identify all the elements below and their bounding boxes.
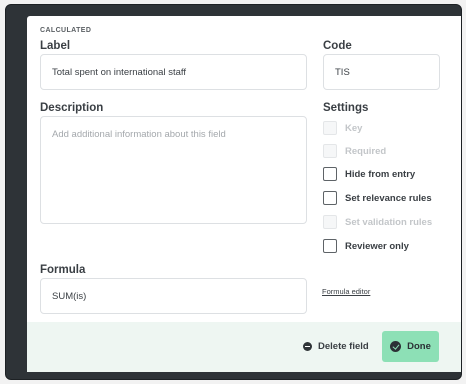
key-checkbox	[323, 121, 337, 135]
code-input[interactable]: TIS	[323, 54, 440, 90]
remove-icon	[303, 342, 312, 351]
done-label: Done	[407, 341, 431, 352]
setting-relevance-rules[interactable]: Set relevance rules	[323, 191, 432, 205]
setting-hide-from-entry[interactable]: Hide from entry	[323, 167, 415, 181]
setting-required: Required	[323, 144, 386, 158]
hide-from-entry-checkbox[interactable]	[323, 167, 337, 181]
check-circle-icon	[390, 341, 402, 352]
formula-input[interactable]: SUM(is)	[40, 278, 307, 314]
delete-field-button[interactable]: Delete field	[303, 341, 369, 352]
reviewer-only-checkbox[interactable]	[323, 239, 337, 253]
setting-key: Key	[323, 121, 362, 135]
reviewer-only-label[interactable]: Reviewer only	[345, 241, 409, 252]
code-heading: Code	[323, 40, 352, 52]
required-label: Required	[345, 145, 387, 157]
required-checkbox	[323, 144, 337, 158]
key-label: Key	[345, 122, 363, 134]
hide-from-entry-label[interactable]: Hide from entry	[345, 169, 415, 180]
delete-field-label: Delete field	[318, 341, 369, 352]
settings-heading: Settings	[323, 102, 369, 114]
label-input[interactable]: Total spent on international staff	[40, 54, 307, 90]
formula-editor-link[interactable]: Formula editor	[322, 287, 370, 296]
validation-rules-checkbox	[323, 215, 337, 229]
dialog-footer: Delete field Done	[27, 322, 461, 372]
relevance-rules-label[interactable]: Set relevance rules	[345, 193, 432, 204]
relevance-rules-checkbox[interactable]	[323, 191, 337, 205]
description-textarea[interactable]: Add additional information about this fi…	[40, 116, 307, 224]
validation-rules-label: Set validation rules	[345, 216, 433, 228]
formula-heading: Formula	[40, 264, 86, 276]
field-type-tag: CALCULATED	[40, 27, 92, 34]
description-heading: Description	[40, 102, 104, 114]
field-settings-dialog: CALCULATED Label Total spent on internat…	[27, 16, 461, 372]
label-heading: Label	[40, 40, 71, 52]
setting-validation-rules: Set validation rules	[323, 215, 432, 229]
setting-reviewer-only[interactable]: Reviewer only	[323, 239, 409, 253]
done-button[interactable]: Done	[382, 331, 439, 362]
